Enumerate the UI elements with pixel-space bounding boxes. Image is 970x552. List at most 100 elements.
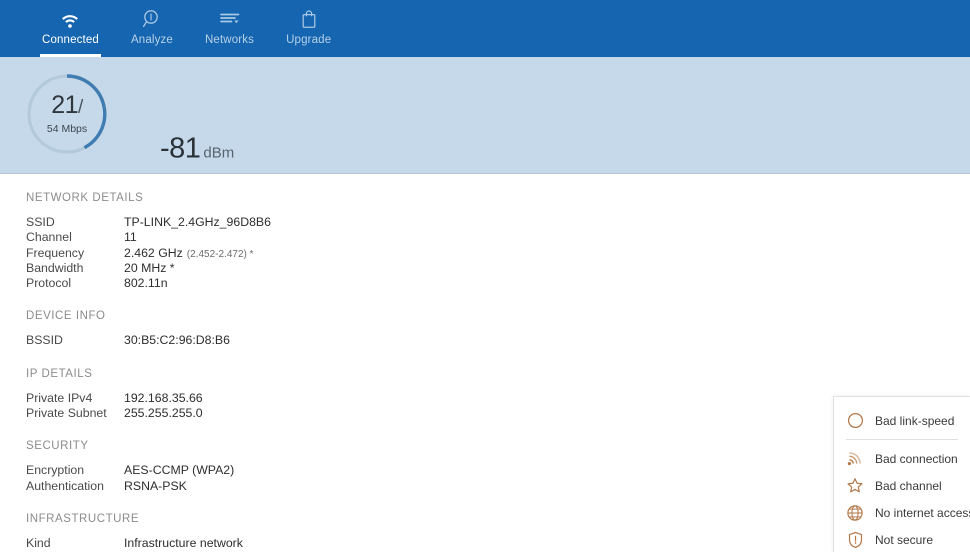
legend-separator [846, 439, 958, 440]
section-ip-details: IP DETAILS Private IPv4 192.168.35.66 Pr… [26, 368, 970, 422]
detail-value: 255.255.255.0 [124, 406, 207, 422]
detail-row: BSSID 30:B5:C2:96:D8:B6 [26, 333, 970, 348]
detail-value-main: 192.168.35.66 [124, 390, 203, 405]
signal-strength-readout: -81 dBm [160, 132, 235, 165]
legend-item-not-secure[interactable]: Not secure [834, 526, 970, 552]
wifi-arc-icon [845, 449, 865, 469]
detail-row: Encryption AES-CCMP (WPA2) [26, 463, 970, 478]
detail-value: 802.11n [124, 276, 172, 292]
section-rows: Kind Infrastructure network [26, 536, 970, 551]
detail-label: Bandwidth [26, 260, 84, 275]
detail-value-sub: (2.452-2.472) * [186, 248, 254, 260]
detail-value: 2.462 GHz (2.452-2.472) * [124, 246, 254, 262]
top-navigation-bar: Connected Analyze Networks Upgrade [0, 0, 970, 57]
legend-label: Bad link-speed [875, 413, 955, 428]
legend-label: Not secure [875, 532, 934, 547]
detail-label: Authentication [26, 478, 104, 493]
dbm-value: -81 [160, 132, 201, 165]
gauge-subtitle: 54 Mbps [46, 123, 88, 135]
tab-upgrade[interactable]: Upgrade [270, 0, 347, 57]
tab-upgrade-label: Upgrade [286, 34, 332, 46]
section-title: SECURITY [26, 440, 89, 453]
tab-analyze-label: Analyze [130, 34, 173, 46]
circle-icon [845, 411, 865, 431]
section-device-info: DEVICE INFO BSSID 30:B5:C2:96:D8:B6 [26, 310, 970, 348]
detail-value: 192.168.35.66 [124, 391, 207, 407]
detail-value-main: 20 MHz * [124, 260, 175, 275]
magnifier-icon [142, 8, 162, 30]
tab-networks-label: Networks [204, 34, 255, 46]
shield-icon [845, 530, 865, 550]
detail-row: Private IPv4 192.168.35.66 [26, 391, 970, 406]
section-title: DEVICE INFO [26, 310, 106, 323]
legend-label: No internet access [875, 505, 970, 520]
detail-row: Private Subnet 255.255.255.0 [26, 406, 970, 421]
legend-label: Bad connection [875, 451, 958, 466]
legend-item-bad-link-speed[interactable]: Bad link-speed [834, 407, 970, 434]
section-infrastructure: INFRASTRUCTURE Kind Infrastructure netwo… [26, 513, 970, 551]
gauge-text-group: 21/ 54 Mbps [25, 72, 109, 156]
signal-summary-panel: 21/ 54 Mbps -81 dBm [0, 57, 970, 221]
detail-row: SSID TP-LINK_2.4GHz_96D8B6 [26, 215, 970, 230]
detail-label: Frequency [26, 245, 85, 260]
detail-row: Authentication RSNA-PSK [26, 479, 970, 494]
legend-item-bad-connection[interactable]: Bad connection [834, 445, 970, 472]
section-title: NETWORK DETAILS [26, 192, 144, 204]
detail-label: Private Subnet [26, 406, 107, 421]
detail-value-main: 30:B5:C2:96:D8:B6 [124, 333, 230, 348]
detail-value-main: 255.255.255.0 [124, 406, 203, 421]
section-security: SECURITY Encryption AES-CCMP (WPA2) Auth… [26, 440, 970, 494]
link-speed-gauge: 21/ 54 Mbps [25, 72, 109, 156]
section-rows: BSSID 30:B5:C2:96:D8:B6 [26, 333, 970, 348]
tab-connected-label: Connected [42, 34, 99, 46]
detail-value-main: AES-CCMP (WPA2) [124, 463, 235, 478]
detail-value: AES-CCMP (WPA2) [124, 463, 238, 479]
section-rows: SSID TP-LINK_2.4GHz_96D8B6 Channel 11 Fr… [26, 215, 970, 291]
detail-row: Frequency 2.462 GHz (2.452-2.472) * [26, 246, 970, 261]
detail-row: Kind Infrastructure network [26, 536, 970, 551]
gauge-slash: / [78, 97, 83, 118]
detail-value: TP-LINK_2.4GHz_96D8B6 [124, 215, 275, 231]
detail-value: Infrastructure network [124, 536, 247, 552]
star-icon [845, 476, 865, 496]
detail-row: Protocol 802.11n [26, 276, 970, 291]
detail-value-main: TP-LINK_2.4GHz_96D8B6 [124, 215, 271, 229]
tab-networks[interactable]: Networks [189, 0, 270, 57]
detail-label: Protocol [26, 276, 72, 291]
detail-label: BSSID [26, 333, 63, 348]
gauge-number: 21 [51, 91, 79, 119]
legend-item-no-internet-access[interactable]: No internet access [834, 499, 970, 526]
legend-item-bad-channel[interactable]: Bad channel [834, 472, 970, 499]
shopping-bag-icon [300, 8, 318, 30]
detail-row: Channel 11 [26, 230, 970, 245]
tab-connected[interactable]: Connected [26, 0, 115, 57]
detail-value: 30:B5:C2:96:D8:B6 [124, 333, 234, 349]
gauge-value: 21/ [51, 93, 83, 118]
detail-value-main: 802.11n [124, 276, 168, 291]
tab-analyze[interactable]: Analyze [115, 0, 189, 57]
detail-value-main: 2.462 GHz [124, 245, 183, 260]
wifi-analyzer-window: Connected Analyze Networks Upgrade 21/ 5… [0, 0, 970, 552]
detail-value: 20 MHz * [124, 261, 179, 277]
detail-value: RSNA-PSK [124, 479, 191, 495]
detail-value-main: RSNA-PSK [124, 478, 187, 493]
detail-value-main: Infrastructure network [124, 535, 243, 550]
wifi-icon [59, 8, 81, 30]
detail-label: Private IPv4 [26, 390, 93, 405]
detail-value: 11 [124, 230, 141, 246]
detail-label: Channel [26, 230, 72, 245]
section-rows: Private IPv4 192.168.35.66 Private Subne… [26, 391, 970, 422]
network-details-body: NETWORK DETAILS SSID TP-LINK_2.4GHz_96D8… [0, 174, 970, 552]
detail-label: Kind [26, 535, 51, 550]
section-title: INFRASTRUCTURE [26, 512, 140, 525]
detail-label: Encryption [26, 463, 85, 478]
globe-icon [845, 503, 865, 523]
detail-label: SSID [26, 215, 55, 229]
section-title: IP DETAILS [26, 367, 93, 380]
detail-row: Bandwidth 20 MHz * [26, 261, 970, 276]
legend-panel: Bad link-speed Bad connection Bad channe… [833, 396, 970, 552]
dbm-unit: dBm [203, 144, 235, 162]
legend-label: Bad channel [875, 478, 942, 493]
section-rows: Encryption AES-CCMP (WPA2) Authenticatio… [26, 463, 970, 494]
section-network-details: NETWORK DETAILS SSID TP-LINK_2.4GHz_96D8… [26, 192, 970, 291]
